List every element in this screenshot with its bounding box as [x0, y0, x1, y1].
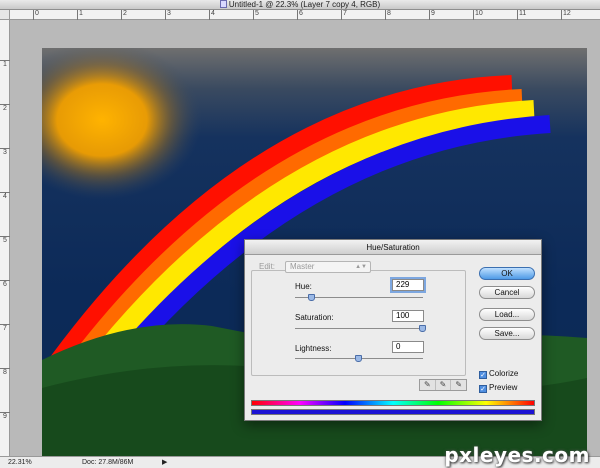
ruler-tick-label: 0 [33, 10, 39, 20]
saturation-slider-track[interactable] [295, 328, 423, 329]
colorize-checkbox[interactable]: ✓ Colorize [479, 369, 518, 379]
vertical-ruler[interactable]: 1 2 3 4 5 6 7 8 9 [0, 20, 10, 456]
ruler-tick-label: 12 [561, 10, 571, 20]
edit-channel-value: Master [290, 262, 315, 271]
eyedropper-icon[interactable]: ✎ [420, 380, 436, 390]
ruler-tick-label: 9 [0, 412, 10, 420]
status-menu-arrow-icon[interactable]: ▶ [162, 457, 167, 468]
ruler-tick-label: 11 [517, 10, 526, 20]
lightness-slider-thumb[interactable] [355, 355, 362, 362]
watermark-logo: pxleyes.com [444, 443, 590, 467]
select-arrows-icon: ▲▼ [355, 264, 367, 270]
load-button[interactable]: Load... [479, 308, 535, 321]
ruler-tick-label: 8 [385, 10, 391, 20]
ruler-tick-label: 7 [341, 10, 347, 20]
edit-channel-select[interactable]: Master ▲▼ [285, 261, 371, 273]
sun [42, 48, 202, 200]
dialog-title[interactable]: Hue/Saturation [245, 240, 541, 255]
save-button[interactable]: Save... [479, 327, 535, 340]
checkmark-icon: ✓ [479, 385, 487, 393]
colorize-label: Colorize [489, 369, 519, 378]
eyedropper-tools: ✎ ✎ ✎ [419, 379, 467, 391]
input-spectrum-bar [251, 400, 535, 406]
ruler-origin[interactable] [0, 10, 10, 20]
ruler-tick-label: 5 [253, 10, 259, 20]
lightness-label: Lightness: [295, 344, 332, 353]
hue-input[interactable]: 229 [392, 279, 424, 291]
saturation-input[interactable]: 100 [392, 310, 424, 322]
ruler-tick-label: 8 [0, 368, 10, 376]
ruler-tick-label: 1 [0, 60, 10, 68]
ruler-tick-label: 2 [0, 104, 10, 112]
ruler-tick-label: 10 [473, 10, 483, 20]
lightness-input[interactable]: 0 [392, 341, 424, 353]
saturation-label: Saturation: [295, 313, 334, 322]
eyedropper-plus-icon[interactable]: ✎ [436, 380, 452, 390]
document-icon [219, 0, 227, 8]
ruler-tick-label: 3 [165, 10, 171, 20]
ruler-tick-label: 9 [429, 10, 435, 20]
title-bar[interactable]: Untitled-1 @ 22.3% (Layer 7 copy 4, RGB) [0, 0, 600, 10]
ruler-tick-label: 2 [121, 10, 127, 20]
zoom-level[interactable]: 22.31% [8, 457, 48, 468]
ruler-tick-label: 6 [0, 280, 10, 288]
ruler-tick-label: 5 [0, 236, 10, 244]
preview-checkbox[interactable]: ✓ Preview [479, 383, 517, 393]
checkmark-icon: ✓ [479, 371, 487, 379]
preview-label: Preview [489, 383, 518, 392]
saturation-slider-thumb[interactable] [419, 325, 426, 332]
ruler-tick-label: 3 [0, 148, 10, 156]
ruler-tick-label: 1 [77, 10, 83, 20]
output-colorized-bar [251, 409, 535, 415]
ruler-tick-label: 7 [0, 324, 10, 332]
cancel-button[interactable]: Cancel [479, 286, 535, 299]
ruler-tick-label: 4 [209, 10, 215, 20]
ruler-tick-label: 6 [297, 10, 303, 20]
ruler-tick-label: 4 [0, 192, 10, 200]
horizontal-ruler[interactable]: 0 1 2 3 4 5 6 7 8 9 10 11 12 [10, 10, 600, 20]
document-size: Doc: 27.8M/86M [82, 459, 134, 466]
ok-button[interactable]: OK [479, 267, 535, 280]
hue-saturation-dialog: Hue/Saturation Edit: Master ▲▼ Hue: 229 … [244, 239, 542, 421]
hue-label: Hue: [295, 282, 312, 291]
photoshop-document-window: Untitled-1 @ 22.3% (Layer 7 copy 4, RGB)… [0, 0, 600, 468]
window-title: Untitled-1 @ 22.3% (Layer 7 copy 4, RGB) [228, 0, 381, 9]
eyedropper-minus-icon[interactable]: ✎ [451, 380, 466, 390]
edit-label: Edit: [259, 262, 276, 271]
